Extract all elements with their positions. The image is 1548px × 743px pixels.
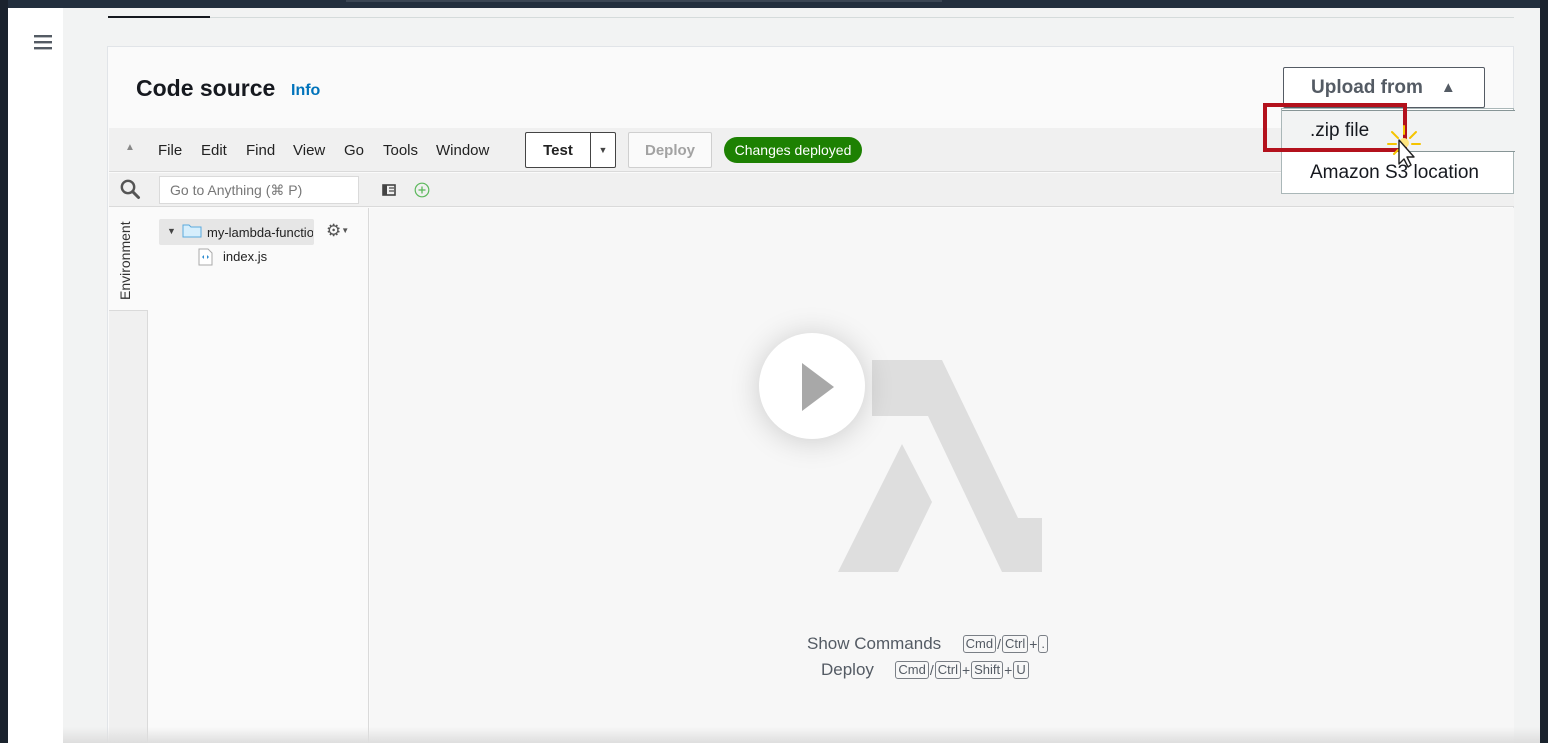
key-ctrl: Ctrl	[934, 661, 961, 679]
tab-environment[interactable]: Environment	[109, 208, 148, 311]
tab-divider-line	[210, 17, 1514, 18]
folder-icon	[182, 224, 202, 238]
lambda-logo-icon	[838, 360, 1042, 572]
shortcut-label: Deploy	[821, 660, 874, 679]
deploy-button[interactable]: Deploy	[628, 132, 712, 168]
active-tab-indicator	[108, 16, 210, 18]
vertical-tab-bar: Environment	[109, 208, 148, 743]
upload-from-button[interactable]: Upload from ▲	[1283, 67, 1485, 108]
bottom-edge-shadow	[63, 727, 1540, 743]
test-button[interactable]: Test	[525, 132, 591, 168]
menu-tools[interactable]: Tools	[383, 142, 418, 159]
left-window-edge	[0, 0, 8, 743]
global-search-bar[interactable]	[346, 0, 942, 2]
outline-icon[interactable]	[382, 183, 396, 197]
status-badge: Changes deployed	[724, 137, 862, 163]
upload-from-label: Upload from	[1311, 76, 1423, 98]
key-u: U	[1013, 661, 1029, 679]
info-link[interactable]: Info	[291, 82, 320, 100]
key-ctrl: Ctrl	[1001, 635, 1029, 653]
key-period: .	[1038, 635, 1049, 653]
file-item-index-js[interactable]: index.js	[223, 249, 267, 264]
search-icon	[120, 179, 140, 199]
collapse-menu-icon[interactable]: ▲	[125, 142, 135, 153]
menu-find[interactable]: Find	[246, 142, 275, 159]
shortcut-deploy: Deploy Cmd / Ctrl + Shift + U	[821, 660, 1029, 680]
gear-icon[interactable]: ⚙▼	[326, 221, 354, 241]
aws-top-navbar	[0, 0, 1548, 8]
tree-root-label: my-lambda-function	[207, 225, 313, 240]
caret-up-icon: ▲	[1440, 79, 1456, 96]
play-icon	[802, 363, 834, 411]
test-dropdown-icon[interactable]: ▼	[590, 132, 616, 168]
menu-file[interactable]: File	[158, 142, 182, 159]
side-navigation-rail	[8, 8, 63, 743]
file-tree: ▼ my-lambda-function ⚙▼ index.js	[149, 208, 369, 743]
key-cmd: Cmd	[962, 635, 997, 653]
hamburger-menu-icon[interactable]	[33, 32, 53, 52]
key-cmd: Cmd	[895, 661, 929, 679]
shortcut-show-commands: Show Commands Cmd / Ctrl +.	[807, 634, 1049, 654]
go-to-anything-input[interactable]	[159, 176, 359, 204]
menu-edit[interactable]: Edit	[201, 142, 227, 159]
editor-area[interactable]: Show Commands Cmd / Ctrl +. Deploy Cmd / Ctrl…	[370, 208, 1514, 743]
menu-view[interactable]: View	[293, 142, 325, 159]
menu-go[interactable]: Go	[344, 142, 364, 159]
play-video-button[interactable]	[759, 333, 865, 439]
js-file-icon	[198, 248, 213, 266]
right-window-edge	[1540, 0, 1548, 743]
key-shift: Shift	[971, 661, 1004, 679]
caret-down-icon[interactable]: ▼	[167, 226, 176, 236]
page-title: Code source	[136, 75, 276, 101]
tab-environment-label: Environment	[117, 221, 133, 300]
tree-root-folder[interactable]: ▼ my-lambda-function	[159, 219, 314, 245]
menu-window[interactable]: Window	[436, 142, 489, 159]
shortcut-label: Show Commands	[807, 634, 942, 653]
add-tab-icon[interactable]	[414, 182, 430, 198]
mouse-cursor-icon	[1387, 125, 1421, 168]
